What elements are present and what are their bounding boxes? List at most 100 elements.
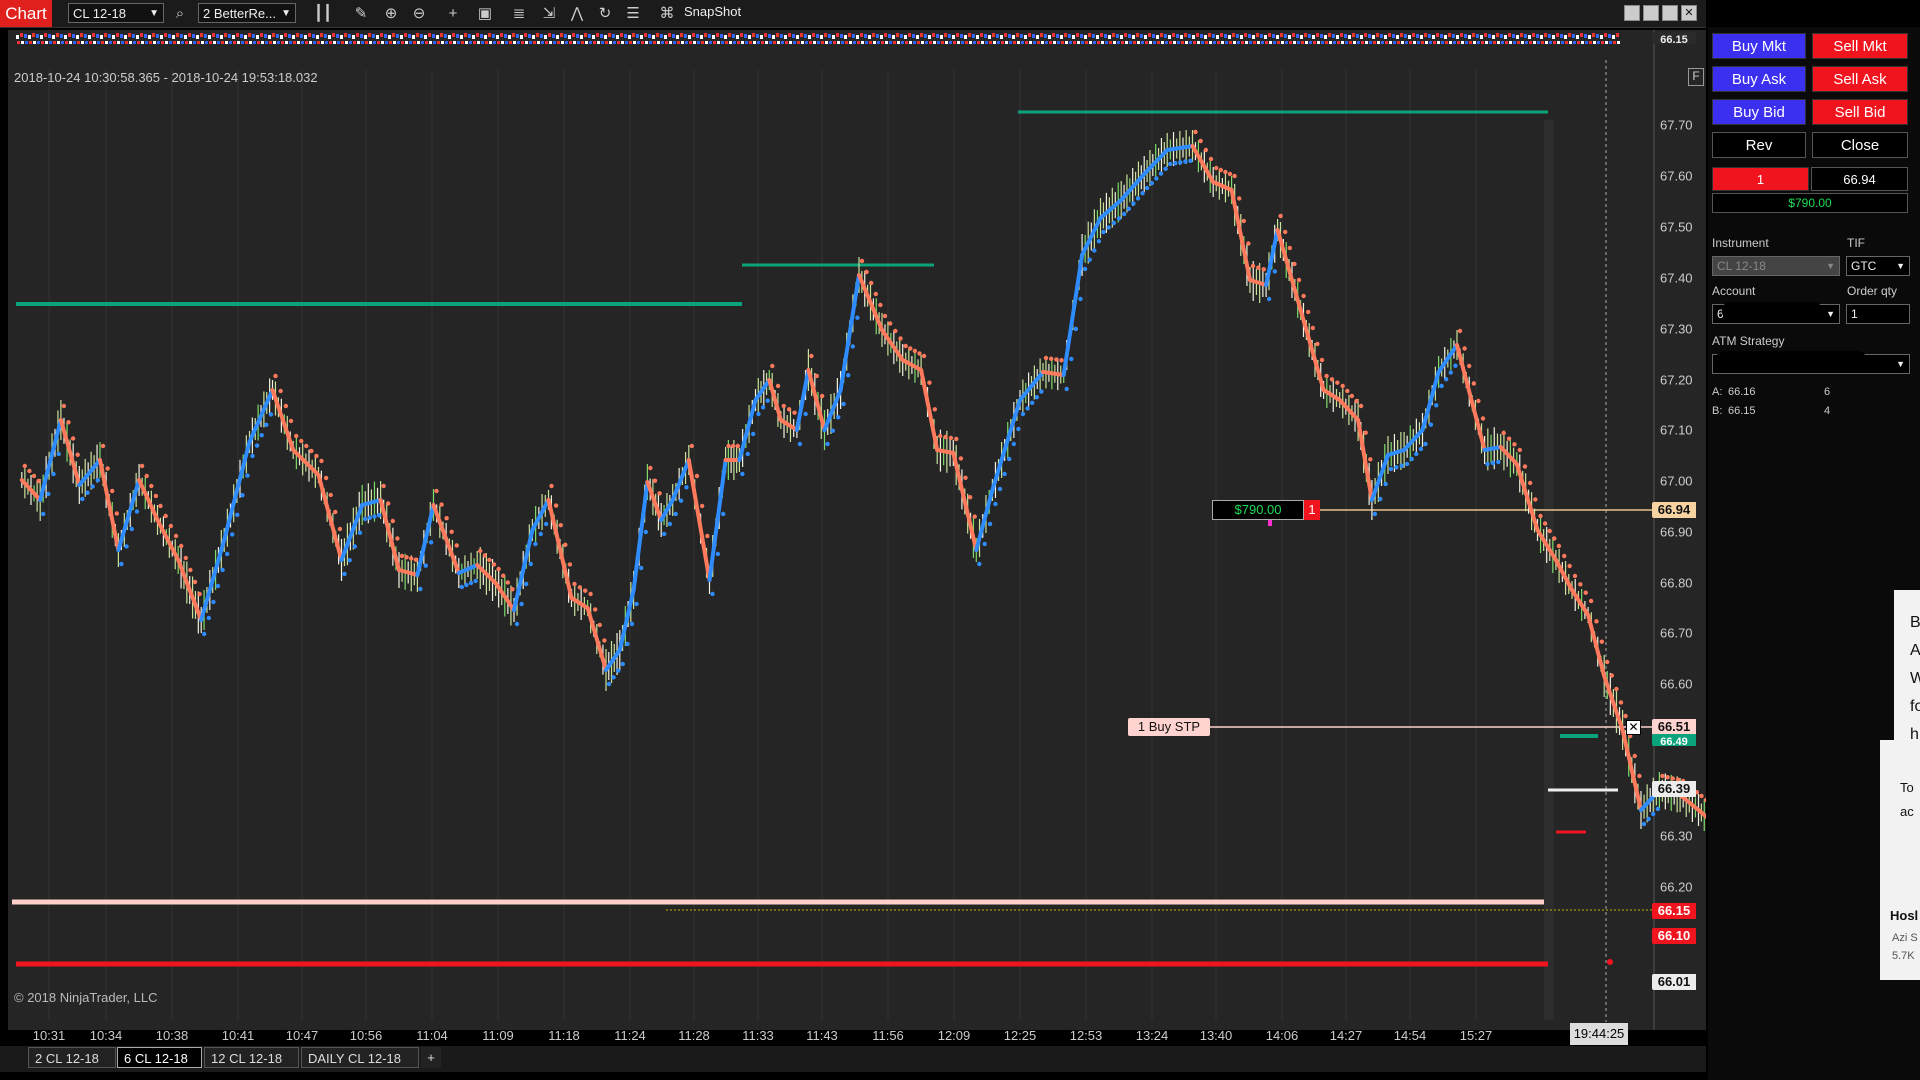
marker-strip-tick — [1396, 35, 1399, 39]
marker-strip-tick — [972, 34, 975, 38]
tab-2-cl-12-18[interactable]: 2 CL 12-18 — [28, 1047, 116, 1068]
marker-strip-tick — [44, 33, 47, 37]
bar-type-selector[interactable]: 2 BetterRe... ▼ — [198, 3, 296, 23]
minimize-icon[interactable] — [1624, 5, 1640, 21]
marker-strip-tick — [1316, 33, 1319, 37]
sell-bid-button[interactable]: Sell Bid — [1812, 99, 1908, 125]
marker-strip-tick — [793, 41, 796, 44]
trail-dot — [543, 521, 549, 527]
marker-strip-tick — [740, 33, 743, 37]
trail-dot — [1471, 381, 1477, 386]
marker-strip-tick — [928, 35, 931, 39]
marker-strip-tick — [865, 41, 868, 44]
chart-window-tab[interactable]: Chart — [0, 0, 52, 27]
buy-mkt-button[interactable]: Buy Mkt — [1712, 33, 1806, 59]
drawing-tools-icon[interactable]: ⋀ — [566, 3, 588, 25]
marker-strip-tick — [801, 41, 804, 44]
marker-strip-tick — [265, 41, 268, 44]
trail-dot — [1158, 171, 1164, 176]
trail-dot — [967, 495, 973, 500]
marker-strip-tick — [1480, 35, 1483, 39]
close-icon[interactable]: ✕ — [1681, 5, 1697, 21]
price-axis-label: 67.20 — [1660, 372, 1693, 388]
marker-strip-tick — [248, 33, 251, 37]
zoom-in-icon[interactable]: ⊕ — [380, 3, 402, 25]
order-qty-stepper[interactable]: 1 — [1846, 304, 1910, 324]
marker-strip-tick — [380, 33, 383, 37]
search-icon[interactable]: ⌕ — [169, 3, 191, 25]
tab-6-cl-12-18[interactable]: 6 CL 12-18 — [117, 1047, 202, 1068]
marker-strip-tick — [285, 41, 288, 44]
marker-strip-tick — [1601, 41, 1604, 44]
marker-strip-tick — [325, 41, 328, 44]
trail-dot — [90, 484, 95, 489]
list-icon[interactable]: ☰ — [622, 3, 644, 25]
tif-select[interactable]: GTC ▼ — [1846, 256, 1910, 276]
marker-strip-tick — [173, 41, 176, 44]
position-pnl-marker[interactable]: $790.00 — [1212, 500, 1304, 520]
f-button[interactable]: F — [1688, 68, 1704, 86]
properties-icon[interactable]: ▣ — [474, 3, 496, 25]
trail-dot — [850, 344, 855, 349]
maximize-icon[interactable] — [1662, 5, 1678, 21]
marker-strip-tick — [1168, 35, 1171, 39]
pencil-icon[interactable]: ✎ — [350, 3, 372, 25]
uptrend-segment — [38, 418, 63, 502]
marker-strip-tick — [157, 41, 160, 44]
trail-dot — [1614, 686, 1619, 692]
trail-dot — [1278, 213, 1283, 219]
trail-dot — [491, 562, 497, 567]
marker-strip-tick — [552, 34, 555, 38]
trail-dot — [1163, 166, 1168, 171]
position-qty-marker[interactable]: 1 — [1304, 500, 1320, 520]
trail-dot — [510, 587, 515, 592]
strategies-icon[interactable]: ⇲ — [538, 3, 560, 25]
marker-strip-tick — [937, 41, 940, 44]
instrument-selector[interactable]: CL 12-18 ▼ — [68, 3, 164, 23]
buy-ask-button[interactable]: Buy Ask — [1712, 66, 1806, 92]
marker-strip-tick — [1241, 41, 1244, 44]
trail-dot — [1349, 393, 1355, 399]
price-axis-label: 66.20 — [1660, 879, 1693, 895]
marker-strip-tick — [1432, 35, 1435, 39]
trail-dot — [710, 591, 715, 597]
downtrend-segment — [935, 448, 956, 455]
reload-icon[interactable]: ↻ — [594, 3, 616, 25]
marker-strip-tick — [1408, 35, 1411, 39]
tab-daily-cl-12-18[interactable]: DAILY CL 12-18 — [301, 1047, 419, 1068]
marker-strip-tick — [465, 41, 468, 44]
marker-strip-tick — [324, 34, 327, 38]
marker-strip-tick — [72, 34, 75, 38]
zoom-out-icon[interactable]: ⊖ — [408, 3, 430, 25]
sell-mkt-button[interactable]: Sell Mkt — [1812, 33, 1908, 59]
trail-dot — [1480, 416, 1486, 421]
marker-strip-tick — [349, 41, 352, 44]
sell-ask-button[interactable]: Sell Ask — [1812, 66, 1908, 92]
buy-bid-button[interactable]: Buy Bid — [1712, 99, 1806, 125]
crosshair-icon[interactable]: + — [442, 3, 464, 25]
close-position-button[interactable]: Close — [1812, 132, 1908, 158]
restore-icon[interactable] — [1643, 5, 1659, 21]
marker-strip-tick — [477, 41, 480, 44]
instrument-field[interactable]: CL 12-18 ▼ — [1712, 256, 1840, 276]
marker-strip-tick — [752, 33, 755, 37]
snapshot-button[interactable]: SnapShot — [684, 4, 741, 19]
marker-strip-tick — [748, 35, 751, 39]
camera-icon[interactable]: ⌘ — [656, 3, 678, 25]
tab-12-cl-12-18[interactable]: 12 CL 12-18 — [204, 1047, 299, 1068]
marker-strip-tick — [640, 35, 643, 39]
marker-strip-tick — [1173, 41, 1176, 44]
reverse-button[interactable]: Rev — [1712, 132, 1806, 158]
trail-dot — [549, 483, 554, 489]
add-tab-button[interactable]: + — [421, 1047, 441, 1068]
bar-style-icon[interactable]: ┃┃ — [312, 3, 334, 25]
marker-strip-tick — [904, 35, 907, 39]
price-chart[interactable]: 2018-10-24 10:30:58.365 - 2018-10-24 19:… — [8, 30, 1706, 1030]
marker-strip-tick — [1053, 41, 1056, 44]
marker-strip-tick — [1341, 41, 1344, 44]
trail-dot — [1092, 248, 1097, 253]
indicators-icon[interactable]: ≣ — [508, 3, 530, 25]
trail-dot — [1168, 161, 1173, 167]
cancel-order-icon[interactable]: ✕ — [1626, 720, 1641, 735]
buy-stop-order-marker[interactable]: 1 Buy STP — [1128, 718, 1210, 736]
